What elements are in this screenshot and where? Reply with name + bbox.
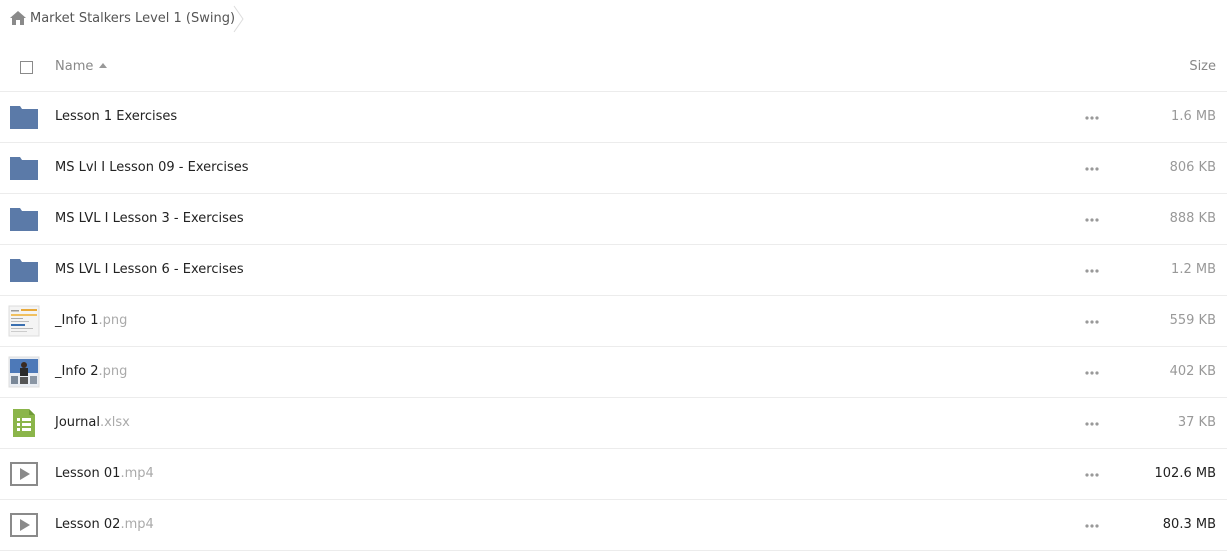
- folder-icon: [8, 101, 40, 133]
- video-icon: [8, 458, 40, 490]
- breadcrumb: Market Stalkers Level 1 (Swing): [0, 0, 1227, 40]
- file-row[interactable]: Lesson 01.mp4 102.6 MB: [0, 449, 1227, 500]
- image-thumbnail-icon: [8, 305, 40, 337]
- file-name[interactable]: _Info 1.png: [55, 313, 127, 328]
- more-actions-icon[interactable]: [1084, 314, 1100, 330]
- more-actions-icon[interactable]: [1084, 518, 1100, 534]
- file-name[interactable]: Lesson 1 Exercises: [55, 109, 177, 124]
- file-size: 37 KB: [1177, 415, 1216, 430]
- spreadsheet-icon: [8, 407, 40, 439]
- folder-row[interactable]: Lesson 1 Exercises 1.6 MB: [0, 92, 1227, 143]
- name-column-header[interactable]: Name: [55, 59, 108, 74]
- file-name[interactable]: MS Lvl I Lesson 09 - Exercises: [55, 160, 249, 175]
- sort-ascending-icon: [99, 63, 108, 68]
- file-size: 1.2 MB: [1171, 262, 1216, 277]
- video-icon: [8, 509, 40, 541]
- more-actions-icon[interactable]: [1084, 110, 1100, 126]
- folder-row[interactable]: MS LVL I Lesson 6 - Exercises 1.2 MB: [0, 245, 1227, 296]
- file-basename: MS Lvl I Lesson 09 - Exercises: [55, 160, 249, 175]
- file-name[interactable]: MS LVL I Lesson 6 - Exercises: [55, 262, 244, 277]
- file-list-header: Name Size: [0, 44, 1227, 92]
- file-extension: .mp4: [120, 466, 154, 481]
- file-extension: .png: [98, 364, 128, 379]
- image-thumbnail-icon: [8, 356, 40, 388]
- file-name[interactable]: _Info 2.png: [55, 364, 127, 379]
- folder-icon: [8, 152, 40, 184]
- file-row[interactable]: Lesson 02.mp4 80.3 MB: [0, 500, 1227, 551]
- file-basename: _Info 2: [55, 364, 99, 379]
- breadcrumb-separator-icon: [233, 5, 244, 33]
- file-list: Lesson 1 Exercises 1.6 MB MS Lvl I Lesson …: [0, 92, 1227, 551]
- breadcrumb-current-folder[interactable]: Market Stalkers Level 1 (Swing): [30, 11, 235, 26]
- file-extension: .png: [98, 313, 128, 328]
- more-actions-icon[interactable]: [1084, 467, 1100, 483]
- file-size: 102.6 MB: [1154, 466, 1216, 481]
- home-icon[interactable]: [10, 11, 26, 25]
- select-all-checkbox[interactable]: [20, 61, 33, 74]
- file-name[interactable]: MS LVL I Lesson 3 - Exercises: [55, 211, 244, 226]
- folder-icon: [8, 203, 40, 235]
- folder-row[interactable]: MS LVL I Lesson 3 - Exercises 888 KB: [0, 194, 1227, 245]
- file-name[interactable]: Lesson 02.mp4: [55, 517, 154, 532]
- file-name[interactable]: Journal.xlsx: [55, 415, 130, 430]
- name-column-label: Name: [55, 59, 94, 74]
- more-actions-icon[interactable]: [1084, 161, 1100, 177]
- file-basename: MS LVL I Lesson 3 - Exercises: [55, 211, 244, 226]
- file-row[interactable]: Journal.xlsx 37 KB: [0, 398, 1227, 449]
- file-size: 402 KB: [1169, 364, 1216, 379]
- more-actions-icon[interactable]: [1084, 263, 1100, 279]
- folder-row[interactable]: MS Lvl I Lesson 09 - Exercises 806 KB: [0, 143, 1227, 194]
- file-size: 80.3 MB: [1162, 517, 1216, 532]
- size-column-header[interactable]: Size: [1189, 59, 1216, 74]
- file-basename: Lesson 02: [55, 517, 121, 532]
- file-row[interactable]: _Info 2.png 402 KB: [0, 347, 1227, 398]
- file-name[interactable]: Lesson 01.mp4: [55, 466, 154, 481]
- file-extension: .xlsx: [99, 415, 130, 430]
- folder-icon: [8, 254, 40, 286]
- file-size: 1.6 MB: [1171, 109, 1216, 124]
- file-extension: .mp4: [120, 517, 154, 532]
- file-size: 559 KB: [1169, 313, 1216, 328]
- file-row[interactable]: _Info 1.png 559 KB: [0, 296, 1227, 347]
- file-basename: MS LVL I Lesson 6 - Exercises: [55, 262, 244, 277]
- file-size: 806 KB: [1169, 160, 1216, 175]
- more-actions-icon[interactable]: [1084, 212, 1100, 228]
- file-basename: Journal: [55, 415, 100, 430]
- more-actions-icon[interactable]: [1084, 365, 1100, 381]
- more-actions-icon[interactable]: [1084, 416, 1100, 432]
- file-basename: _Info 1: [55, 313, 99, 328]
- file-size: 888 KB: [1169, 211, 1216, 226]
- file-basename: Lesson 01: [55, 466, 121, 481]
- file-basename: Lesson 1 Exercises: [55, 109, 178, 124]
